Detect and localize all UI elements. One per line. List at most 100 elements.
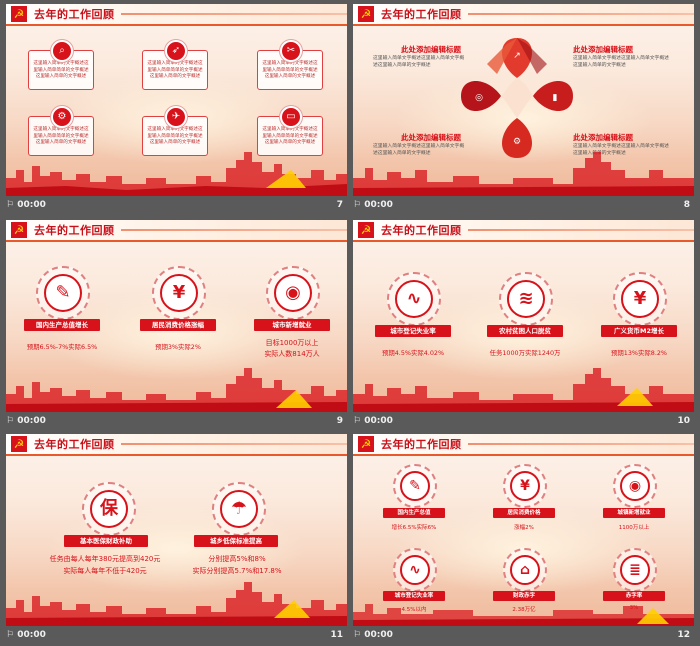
timer-label: ⚐ 00:00 [6,416,46,426]
svg-text:⚙: ⚙ [513,137,521,147]
svg-text:▮: ▮ [553,93,558,103]
item-note: 目标1000万以上 [265,339,319,347]
slide-thumbnail-10[interactable]: ☭ 去年的工作回顾 ∿ 城市登记失业率 预期4.5%实际4.02% ≋ 农村贫困… [353,220,694,432]
slide-header: ☭ 去年的工作回顾 [353,220,694,242]
slide-number: 9 [336,416,343,426]
item-note: 任务由每人每年380元提高到420元 [49,555,161,563]
slide-title: 去年的工作回顾 [34,438,115,451]
monitor-icon: ▭ [280,106,302,128]
coins-icon: ≋ [507,280,545,318]
insurance-icon-ring: 保 [82,482,136,536]
slide-title: 去年的工作回顾 [381,224,462,237]
podcast-icon: ◉ [274,274,312,312]
slide-number: 12 [677,630,690,640]
paper-plane-icon: ✈ [165,106,187,128]
timer-label: ⚐ 00:00 [353,200,393,210]
item-note: 分别提高5%和8% [208,555,266,563]
item-label: 城市新增就业 [254,319,330,331]
timer-label: ⚐ 00:00 [353,416,393,426]
item-label: 广义货币M2增长 [601,325,677,337]
party-emblem-icon: ☭ [11,6,27,22]
heading: 此处添加编辑标题 [401,45,461,54]
timer-label: ⚐ 00:00 [353,630,393,640]
party-emblem-icon: ☭ [358,436,374,452]
party-emblem-icon: ☭ [11,436,27,452]
item-note: 涨幅2% [514,525,534,531]
slide-header: ☭ 去年的工作回顾 [6,434,347,456]
svg-text:↗: ↗ [513,51,521,61]
four-petal-diagram: ↗ ▮ ⚙ ◎ [461,38,573,158]
party-emblem-icon: ☭ [11,222,27,238]
slide-title: 去年的工作回顾 [34,224,115,237]
document-icon-ring: ✎ [36,266,90,320]
slide-number: 11 [330,630,343,640]
description: 这里输入简单文字概述这里输入简单文字概述这里输入简单的文字概述 [373,56,465,68]
slide-title: 去年的工作回顾 [381,8,462,21]
item-label: 基本医保财政补助 [64,535,148,547]
svg-text:◎: ◎ [475,93,483,103]
yuan-icon: ¥ [510,471,540,501]
item-label: 城镇新增就业 [603,508,665,518]
slide-title: 去年的工作回顾 [34,8,115,21]
item-note: 预期4.5%实际4.02% [381,349,445,357]
item-note: 预期3%实际2% [155,343,201,351]
item-note: 实际每人每年不低于420元 [63,567,147,575]
price-icon-ring: ¥ [152,266,206,320]
city-skyline [6,368,347,412]
price-icon-ring: ¥ [503,464,547,508]
timer-label: ⚐ 00:00 [6,630,46,640]
document-icon: ✎ [400,471,430,501]
search-icon: ⌕ [51,40,73,62]
party-emblem-icon: ☭ [358,6,374,22]
coins-icon-ring: ≋ [499,272,553,326]
item-label: 城乡低保标准提高 [194,535,278,547]
city-skyline [6,582,347,626]
slide-header: ☭ 去年的工作回顾 [353,4,694,26]
slide-header: ☭ 去年的工作回顾 [6,4,347,26]
party-emblem-icon: ☭ [358,222,374,238]
city-skyline [353,152,694,196]
item-label: 国内生产总值增长 [24,319,100,331]
description: 这里输入简单文字概述这里输入简单文字概述这里输入简单的文字概述 [573,56,669,68]
item-note: 实际人数814万人 [264,350,320,358]
yuan-icon: ¥ [621,280,659,318]
yuan-icon-ring: ¥ [613,272,667,326]
slide-title: 去年的工作回顾 [381,438,462,451]
item-note: 实际分别提高5.7%和17.8% [192,567,282,575]
city-skyline [353,604,694,626]
city-skyline [6,152,347,196]
pulse-icon-ring: ∿ [387,272,441,326]
heading: 此处添加编辑标题 [573,45,633,54]
city-skyline [353,368,694,412]
podcast-icon-ring: ◉ [266,266,320,320]
gear-icon: ⚙ [51,106,73,128]
heading: 此处添加编辑标题 [573,133,633,142]
item-label: 城市登记失业率 [375,325,451,337]
slide-number: 10 [677,416,690,426]
umbrella-icon-ring: ☂ [212,482,266,536]
document-icon-ring: ✎ [393,464,437,508]
slide-thumbnail-9[interactable]: ☭ 去年的工作回顾 ✎ 国内生产总值增长 预期6.5%-7%实际6.5% ¥ 居… [6,220,347,432]
slide-thumbnail-11[interactable]: ☭ 去年的工作回顾 保 基本医保财政补助 任务由每人每年380元提高到420元 … [6,434,347,646]
podcast-icon: ◉ [620,471,650,501]
heading: 此处添加编辑标题 [401,133,461,142]
document-icon: ✎ [44,274,82,312]
bao-character-icon: 保 [90,490,128,528]
tools-icon: ✂ [280,40,302,62]
yuan-icon: ¥ [160,274,198,312]
slide-header: ☭ 去年的工作回顾 [353,434,694,456]
slide-header: ☭ 去年的工作回顾 [6,220,347,242]
slide-thumbnail-8[interactable]: ☭ 去年的工作回顾 此处添加编辑标题 这里输入简单文字概述这里输入简单文字概述这… [353,4,694,216]
heartbeat-icon: ∿ [395,280,433,318]
item-note: 预期6.5%-7%实际6.5% [26,343,98,351]
item-label: 居民消费价格涨幅 [140,319,216,331]
umbrella-icon: ☂ [220,490,258,528]
podcast-icon-ring: ◉ [613,464,657,508]
item-label: 农村贫困人口脱贫 [487,325,563,337]
slide-thumbnail-7[interactable]: ☭ 去年的工作回顾 这里输入简单的文字概述这里输入简单简单的文字概述这里输入简单… [6,4,347,216]
item-note: 任务1000万实际1240万 [489,349,561,357]
item-note: 预期13%实际8.2% [610,349,667,357]
rocket-icon: ➶ [165,40,187,62]
slide-thumbnail-12[interactable]: ☭ 去年的工作回顾 ✎ 国内生产总值 增长6.5%实际6% ¥ 居民消费价格 涨… [353,434,694,646]
item-label: 国内生产总值 [383,508,445,518]
